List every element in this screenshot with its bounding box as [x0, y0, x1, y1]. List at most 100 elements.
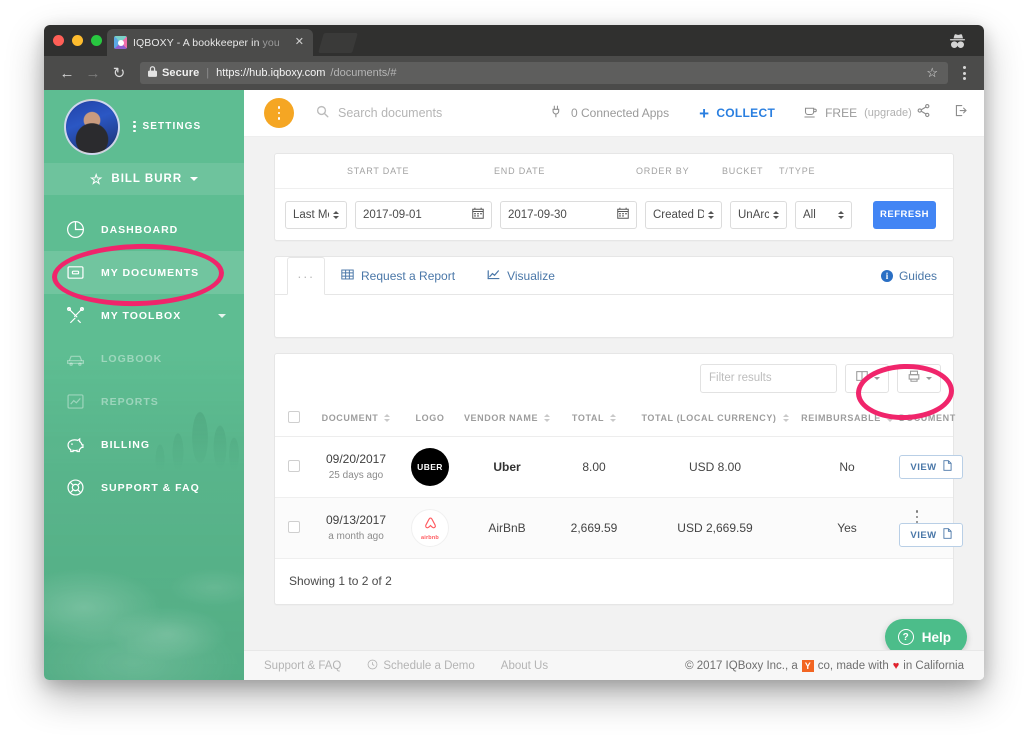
- view-document-button[interactable]: VIEW: [899, 455, 963, 479]
- order-by-select[interactable]: Created Date: [645, 200, 722, 229]
- refresh-button[interactable]: REFRESH: [873, 200, 936, 229]
- report-tools-card: ··· Request a Report Visualize i Guides: [274, 256, 954, 338]
- filter-results-input[interactable]: Filter results: [700, 363, 837, 393]
- th-total[interactable]: TOTAL: [553, 402, 635, 437]
- end-date-value: 2017-09-30: [508, 208, 567, 221]
- filter-fields-row: Last Month 2017-09-01 2017-09-30: [275, 189, 953, 240]
- browser-tab[interactable]: IQBOXY - A bookkeeper in you ✕: [107, 29, 313, 56]
- chevron-down-icon: [190, 177, 199, 181]
- avatar[interactable]: [64, 98, 120, 155]
- more-options-icon: [133, 120, 136, 133]
- th-label: DOCUMENT: [321, 413, 379, 423]
- date-range-select[interactable]: Last Month: [285, 200, 347, 229]
- sidebar-item-dashboard[interactable]: DASHBOARD: [44, 208, 244, 251]
- sidebar-item-my-documents[interactable]: MY DOCUMENTS: [44, 251, 244, 294]
- select-all-checkbox[interactable]: [288, 411, 300, 423]
- sort-icon: [544, 414, 551, 422]
- plan-upgrade-button[interactable]: FREE (upgrade): [803, 105, 912, 122]
- sidebar-item-logbook[interactable]: LOGBOOK: [44, 337, 244, 380]
- select-spinner-icon: [329, 210, 339, 219]
- sidebar-item-billing[interactable]: BILLING: [44, 423, 244, 466]
- footer-link-about-us[interactable]: About Us: [501, 660, 548, 672]
- account-switcher[interactable]: ☆ BILL BURR: [44, 163, 244, 195]
- piggy-bank-icon: [65, 434, 86, 455]
- row-logo-cell: airbnb: [399, 497, 461, 560]
- ycombinator-badge: Y: [801, 659, 814, 672]
- sidebar-item-reports[interactable]: REPORTS: [44, 380, 244, 423]
- row-checkbox[interactable]: [288, 459, 300, 472]
- tools-icon: [65, 305, 86, 326]
- row-date-cell: 09/13/2017 a month ago: [313, 497, 399, 560]
- table-body: 09/20/2017 25 days ago UBER Uber 8.00 US…: [275, 436, 963, 560]
- info-icon: i: [880, 269, 893, 282]
- filter-label-bucket: BUCKET: [722, 166, 764, 176]
- sidebar-item-support-faq[interactable]: SUPPORT & FAQ: [44, 466, 244, 509]
- export-button[interactable]: [897, 363, 941, 393]
- view-document-button[interactable]: VIEW: [899, 523, 963, 548]
- calendar-icon[interactable]: [617, 207, 629, 222]
- forward-button[interactable]: →: [80, 60, 106, 86]
- row-checkbox[interactable]: [288, 520, 300, 533]
- footer-link-support-faq[interactable]: Support & FAQ: [264, 660, 341, 672]
- bookmark-star-icon[interactable]: ☆: [926, 65, 940, 81]
- connected-apps-button[interactable]: 0 Connected Apps: [549, 104, 669, 122]
- grid-table-icon: [341, 268, 354, 284]
- close-window-button[interactable]: [53, 35, 64, 46]
- plan-upgrade-label: (upgrade): [864, 107, 912, 119]
- incognito-icon[interactable]: [948, 32, 967, 49]
- maximize-window-button[interactable]: [91, 35, 102, 46]
- collect-button[interactable]: + COLLECT: [699, 105, 775, 122]
- transaction-type-select[interactable]: All: [795, 200, 852, 229]
- export-print-icon: [907, 369, 921, 388]
- bucket-select[interactable]: UnArchived: [730, 200, 787, 229]
- back-button[interactable]: ←: [54, 60, 80, 86]
- chart-line-icon: [487, 268, 500, 284]
- browser-menu-icon[interactable]: [954, 66, 974, 80]
- car-icon: [65, 348, 86, 369]
- minimize-window-button[interactable]: [72, 35, 83, 46]
- th-total-local-currency[interactable]: TOTAL (LOCAL CURRENCY): [635, 402, 795, 437]
- calendar-icon[interactable]: [472, 207, 484, 222]
- footer-link-schedule-demo[interactable]: Schedule a Demo: [367, 659, 475, 673]
- address-bar[interactable]: Secure | https://hub.iqboxy.com/document…: [140, 62, 948, 84]
- th-reimbursable[interactable]: REIMBURSABLE: [795, 402, 899, 437]
- tab-more[interactable]: ···: [287, 257, 325, 295]
- column-visibility-button[interactable]: [845, 363, 889, 393]
- chevron-down-icon: [925, 376, 932, 380]
- star-icon: ☆: [89, 171, 104, 187]
- share-icon[interactable]: [916, 103, 931, 123]
- documents-page: START DATE END DATE ORDER BY BUCKET T/TY…: [244, 137, 984, 606]
- row-vendor-cell: AirBnB: [461, 497, 553, 560]
- airbnb-logo-icon: airbnb: [411, 509, 449, 548]
- more-options-button[interactable]: [264, 98, 294, 128]
- sidebar-item-my-toolbox[interactable]: MY TOOLBOX: [44, 294, 244, 337]
- tab-request-a-report[interactable]: Request a Report: [325, 257, 471, 294]
- th-vendor-name[interactable]: VENDOR NAME: [461, 402, 553, 437]
- th-document-date[interactable]: DOCUMENT: [313, 402, 399, 437]
- lifebuoy-icon: [65, 477, 86, 498]
- sort-icon: [384, 414, 391, 422]
- tab-visualize[interactable]: Visualize: [471, 257, 571, 294]
- end-date-input[interactable]: 2017-09-30: [500, 200, 637, 229]
- start-date-input[interactable]: 2017-09-01: [355, 200, 492, 229]
- th-label: LOGO: [415, 413, 445, 423]
- logout-icon[interactable]: [953, 103, 968, 123]
- documents-table: DOCUMENT LOGO VENDOR NAME TOTAL TOTAL (L…: [275, 402, 963, 560]
- row-more-options-icon[interactable]: [915, 510, 919, 524]
- browser-tabbar: IQBOXY - A bookkeeper in you ✕: [44, 25, 984, 56]
- th-document-action: DOCUMENT: [899, 402, 955, 437]
- filter-label-end-date: END DATE: [494, 166, 546, 176]
- sidebar: SETTINGS ☆ BILL BURR DASHBOARD MY DOCUME…: [44, 90, 244, 680]
- sort-icon: [610, 414, 617, 422]
- search-documents-input[interactable]: Search documents: [316, 105, 531, 121]
- new-tab-button[interactable]: [318, 33, 358, 53]
- close-tab-icon[interactable]: ✕: [293, 37, 306, 48]
- row-logo-cell: UBER: [399, 436, 461, 498]
- table-row[interactable]: 09/20/2017 25 days ago UBER Uber 8.00 US…: [275, 436, 963, 498]
- copyright-text-a: © 2017 IQBoxy Inc., a: [685, 659, 798, 672]
- reload-button[interactable]: ↻: [106, 60, 132, 86]
- sidebar-item-label: DASHBOARD: [101, 223, 179, 236]
- table-row[interactable]: 09/13/2017 a month ago airbnb AirBnB 2,6…: [275, 497, 963, 560]
- guides-link[interactable]: i Guides: [880, 257, 953, 294]
- settings-button[interactable]: SETTINGS: [133, 120, 201, 133]
